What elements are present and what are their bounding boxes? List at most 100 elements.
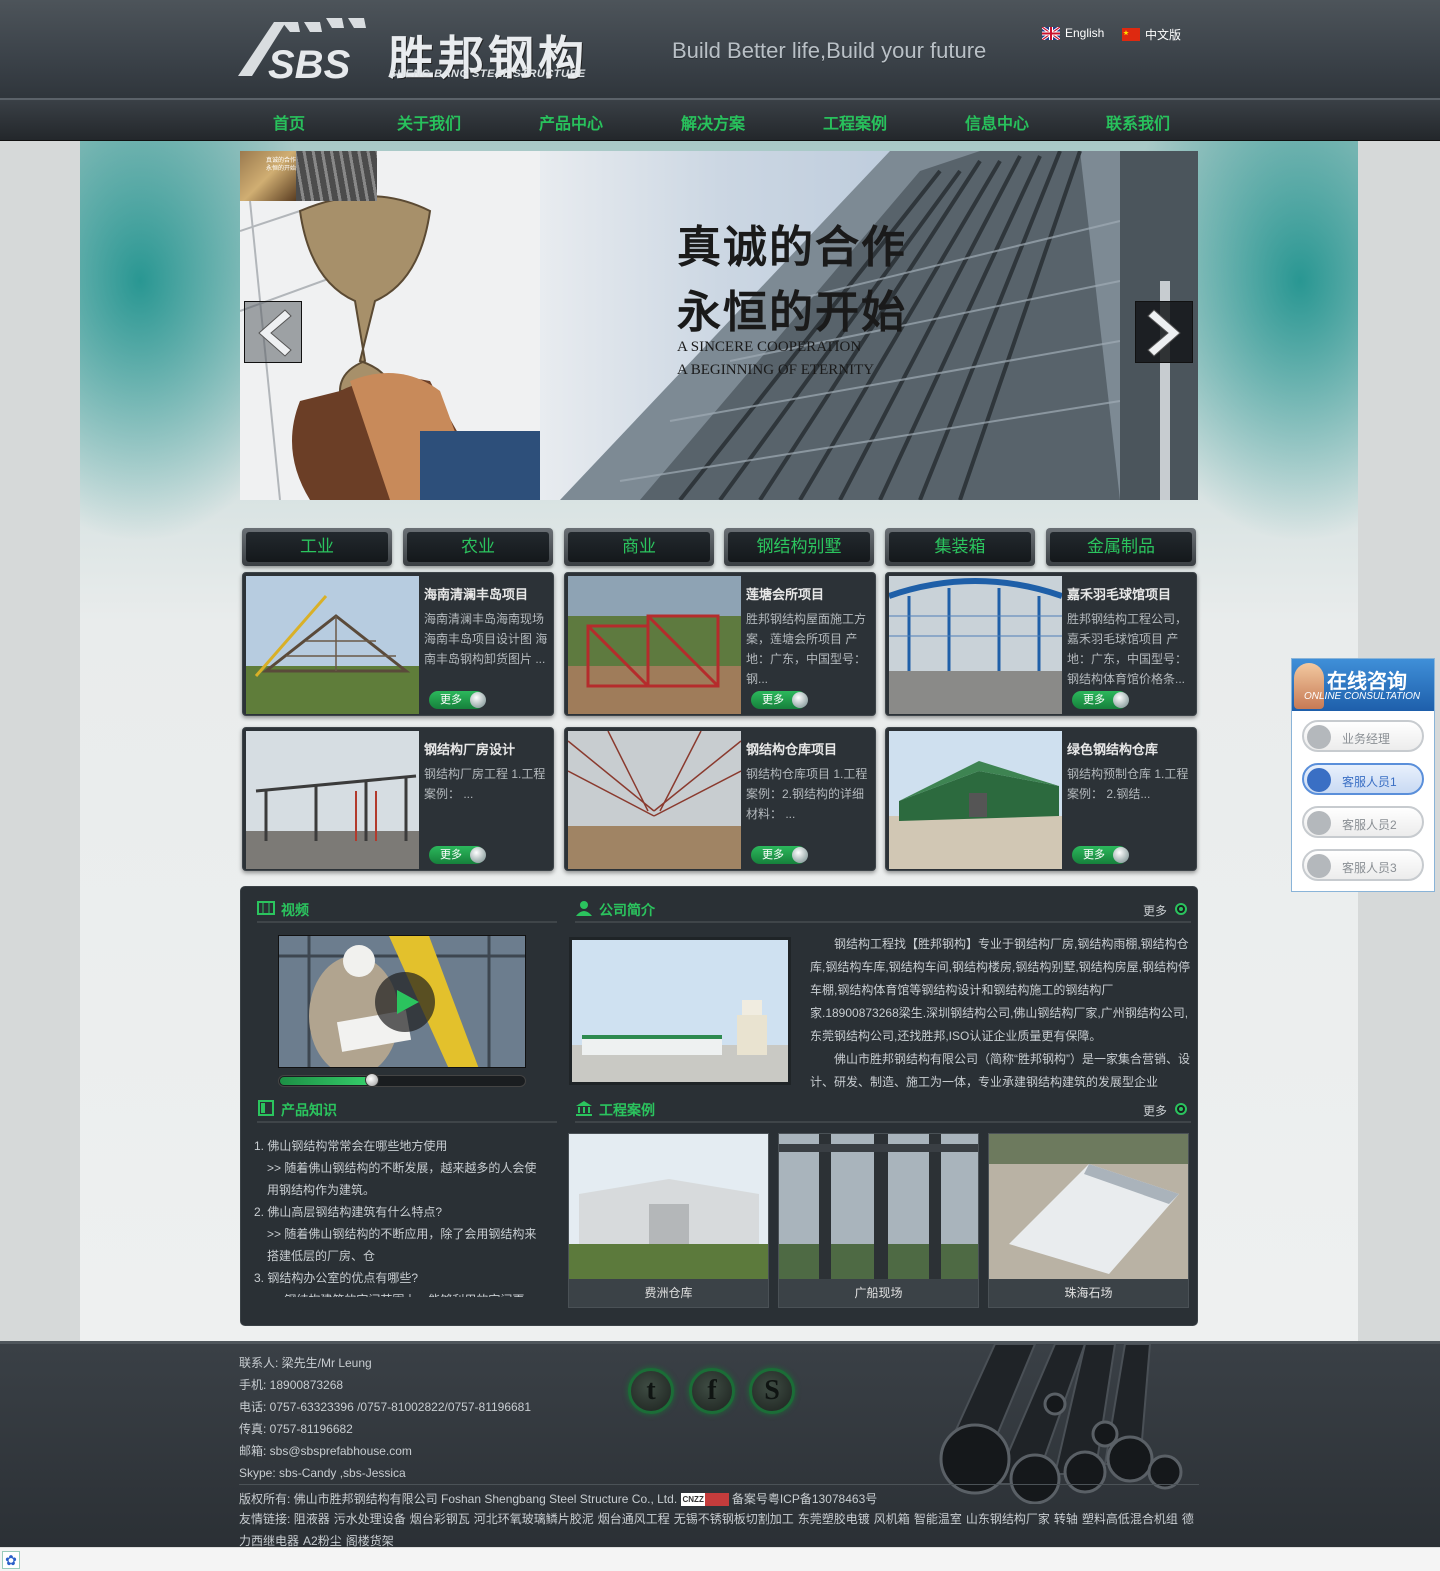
nav-contact[interactable]: 联系我们: [1106, 110, 1170, 134]
site-header: SBS 胜邦钢构 SHENG BANG STEEL STRUCTURE Buil…: [0, 0, 1440, 100]
friend-link[interactable]: 转轴: [1054, 1512, 1078, 1526]
product-more-button[interactable]: 更多: [429, 846, 486, 864]
service-agent-button[interactable]: 客服人员1: [1302, 763, 1424, 795]
cases-more-dot-icon[interactable]: [1175, 1103, 1187, 1115]
knowledge-answer: >> 随着佛山钢结构的不断发展，越来越多的人会使用钢结构作为建筑。: [267, 1161, 537, 1197]
svg-text:SBS: SBS: [268, 43, 351, 82]
service-agent-label: 业务经理: [1342, 732, 1391, 746]
product-description: 钢结构仓库项目 1.工程案例：2.钢结构的详细材料： ...: [746, 767, 868, 821]
book-icon: [258, 1100, 274, 1116]
nav-products[interactable]: 产品中心: [539, 110, 603, 134]
product-card[interactable]: 海南清澜丰岛项目 海南清澜丰岛海南现场 海南丰岛项目设计图 海南丰岛钢构卸货图片…: [242, 572, 554, 716]
category-tab-industry[interactable]: 工业: [242, 528, 392, 566]
friend-link[interactable]: 阁楼货架: [346, 1534, 394, 1548]
film-icon: [257, 901, 275, 915]
skype-icon[interactable]: S: [749, 1368, 795, 1414]
service-agent-button[interactable]: 客服人员3: [1302, 849, 1424, 881]
service-agent-button[interactable]: 客服人员2: [1302, 806, 1424, 838]
lang-chinese-link[interactable]: 中文版: [1122, 26, 1181, 43]
friend-link[interactable]: 智能温室: [914, 1512, 962, 1526]
product-card[interactable]: 嘉禾羽毛球馆项目 胜邦钢结构工程公司，嘉禾羽毛球馆项目 产地：广东，中国型号：钢…: [885, 572, 1197, 716]
video-progress-fill: [280, 1077, 373, 1085]
friend-link[interactable]: A2粉尘: [303, 1534, 342, 1548]
category-tab-commerce[interactable]: 商业: [564, 528, 714, 566]
nav-about[interactable]: 关于我们: [397, 110, 461, 134]
steel-pipes-image: [939, 1344, 1183, 1504]
chevron-left-icon: [258, 309, 292, 357]
friend-link[interactable]: 无锡不锈钢板切割加工: [674, 1512, 794, 1526]
friend-link[interactable]: 风机箱: [874, 1512, 910, 1526]
agent-avatar: [1294, 663, 1324, 709]
product-more-button[interactable]: 更多: [751, 846, 808, 864]
lang-chinese-label: 中文版: [1145, 28, 1182, 42]
friend-link[interactable]: 污水处理设备: [334, 1512, 406, 1526]
cnzz-badge[interactable]: CNZZ: [680, 1493, 729, 1507]
knowledge-question-link[interactable]: 3. 钢结构办公室的优点有哪些?: [254, 1267, 544, 1289]
paw-icon[interactable]: ✿: [2, 1551, 20, 1569]
nav-cases[interactable]: 工程案例: [823, 110, 887, 134]
video-progress-bar[interactable]: [278, 1073, 526, 1087]
product-more-button[interactable]: 更多: [1072, 846, 1129, 864]
friend-link[interactable]: 河北环氧玻璃鳞片胶泥: [474, 1512, 594, 1526]
case-item[interactable]: 广船现场: [778, 1133, 979, 1308]
product-title: 嘉禾羽毛球馆项目: [1067, 587, 1172, 602]
product-card[interactable]: 绿色钢结构仓库 钢结构预制仓库 1.工程案例： 2.钢结... 更多: [885, 727, 1197, 871]
video-player[interactable]: [278, 935, 526, 1068]
service-agent-button[interactable]: 业务经理: [1302, 720, 1424, 752]
friend-link[interactable]: 山东钢结构厂家: [966, 1512, 1050, 1526]
banner-headline-2: 永恒的开始: [677, 288, 907, 337]
banner-prev-button[interactable]: [244, 301, 302, 363]
product-card[interactable]: 莲塘会所项目 胜邦钢结构屋面施工方案，莲塘会所项目 产地：广东，中国型号：钢..…: [564, 572, 876, 716]
category-tab-label: 金属制品: [1050, 532, 1192, 562]
category-tab-label: 钢结构别墅: [728, 532, 870, 562]
video-progress-handle[interactable]: [364, 1073, 379, 1087]
case-item[interactable]: 珠海石场: [988, 1133, 1189, 1308]
product-description: 钢结构厂房工程 1.工程案例： ...: [424, 767, 546, 801]
cases-more-link[interactable]: 更多: [1143, 1102, 1167, 1119]
knowledge-question-link[interactable]: 1. 佛山钢结构常常会在哪些地方使用: [254, 1135, 544, 1157]
case-item[interactable]: 费洲仓库: [568, 1133, 769, 1308]
category-tab-agriculture[interactable]: 农业: [403, 528, 553, 566]
friend-link[interactable]: 塑料高低混合机组: [1082, 1512, 1178, 1526]
category-tab-villa[interactable]: 钢结构别墅: [724, 528, 874, 566]
twitter-icon[interactable]: t: [628, 1368, 674, 1414]
consultation-subtitle: ONLINE CONSULTATION: [1304, 691, 1421, 702]
icp-record[interactable]: 备案号粤ICP备13078463号: [732, 1492, 877, 1506]
category-tab-metal[interactable]: 金属制品: [1046, 528, 1196, 566]
about-more-link[interactable]: 更多: [1143, 902, 1167, 919]
category-tab-label: 商业: [568, 532, 710, 562]
nav-home[interactable]: 首页: [273, 110, 305, 134]
product-card[interactable]: 钢结构厂房设计 钢结构厂房工程 1.工程案例： ... 更多: [242, 727, 554, 871]
product-image: [889, 731, 1062, 869]
product-more-button[interactable]: 更多: [1072, 691, 1129, 709]
china-flag-icon: [1122, 28, 1140, 41]
friend-links: 友情链接: 阻液器 污水处理设备 烟台彩钢瓦 河北环氧玻璃鳞片胶泥 烟台通风工程 无锡不锈…: [239, 1508, 1204, 1552]
category-tab-container[interactable]: 集装箱: [885, 528, 1035, 566]
friend-link[interactable]: 烟台通风工程: [598, 1512, 670, 1526]
about-more-dot-icon[interactable]: [1175, 903, 1187, 915]
copyright-line: 版权所有: 佛山市胜邦钢结构有限公司 Foshan Shengbang Stee…: [239, 1484, 1199, 1507]
nav-news[interactable]: 信息中心: [965, 110, 1029, 134]
friend-link[interactable]: 东莞塑胶电镀: [798, 1512, 870, 1526]
building-icon: [576, 1101, 592, 1116]
category-tab-label: 农业: [407, 532, 549, 562]
friend-link[interactable]: 烟台彩钢瓦: [410, 1512, 470, 1526]
friend-link[interactable]: 阻液器: [294, 1512, 330, 1526]
hero-banner[interactable]: 真诚的合作 永恒的开始 真诚的合作 永恒的开始 A SINCERE COOPER…: [240, 151, 1198, 500]
product-more-button[interactable]: 更多: [751, 691, 808, 709]
banner-next-button[interactable]: [1135, 301, 1193, 363]
lang-english-label: English: [1065, 26, 1105, 40]
nav-solutions[interactable]: 解决方案: [681, 110, 745, 134]
banner-headline-1: 真诚的合作: [677, 223, 907, 272]
product-more-button[interactable]: 更多: [429, 691, 486, 709]
banner-thumbnail[interactable]: 真诚的合作 永恒的开始: [240, 151, 377, 201]
knowledge-question-link[interactable]: 2. 佛山高层钢结构建筑有什么特点?: [254, 1201, 544, 1223]
site-logo[interactable]: SBS 胜邦钢构 SHENG BANG STEEL STRUCTURE: [238, 16, 608, 86]
lang-english-link[interactable]: English: [1042, 26, 1104, 40]
product-title: 绿色钢结构仓库: [1067, 742, 1159, 757]
facebook-icon[interactable]: f: [689, 1368, 735, 1414]
chat-icon: [1307, 811, 1331, 835]
product-card[interactable]: 钢结构仓库项目 钢结构仓库项目 1.工程案例：2.钢结构的详细材料： ... 更…: [564, 727, 876, 871]
product-description: 钢结构预制仓库 1.工程案例： 2.钢结...: [1067, 767, 1189, 801]
contact-email[interactable]: 邮箱: sbs@sbsprefabhouse.com: [239, 1440, 531, 1462]
